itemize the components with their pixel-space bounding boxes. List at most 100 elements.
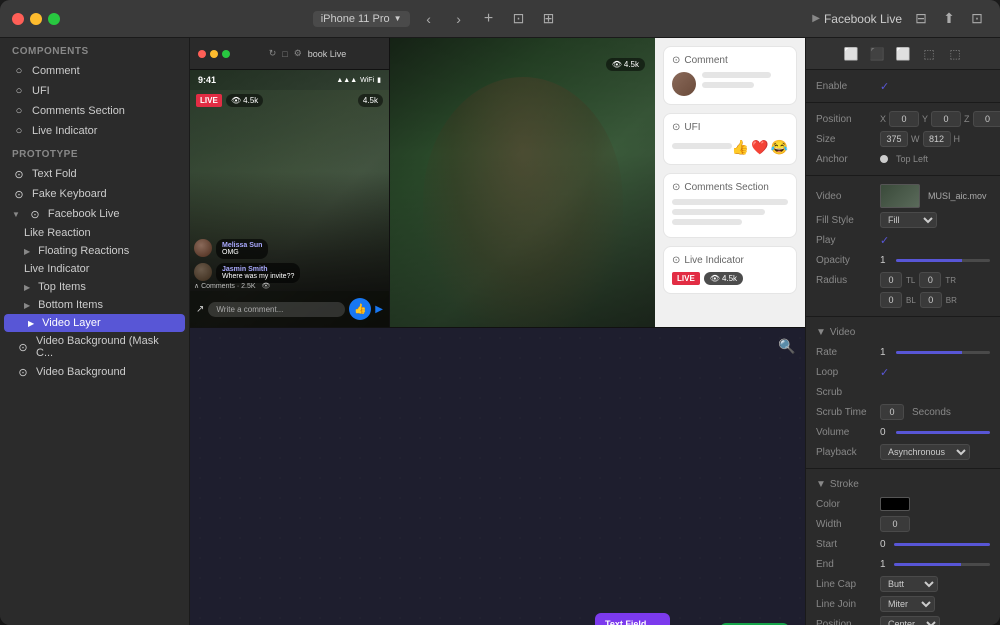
eye-icon: 👁 xyxy=(612,60,622,69)
opacity-slider[interactable] xyxy=(896,259,990,262)
enable-section: Enable ✓ xyxy=(806,70,1000,103)
video-thumbnail[interactable] xyxy=(880,184,920,208)
stroke-color-swatch[interactable] xyxy=(880,497,910,511)
share-btn[interactable]: ↗ xyxy=(196,304,204,315)
refresh-icon[interactable]: ↻ xyxy=(269,48,277,59)
share-icon[interactable]: ⬆ xyxy=(938,8,960,30)
phone-maximize[interactable] xyxy=(222,50,230,58)
sidebar-item-live-indicator-child[interactable]: Live Indicator xyxy=(0,260,189,278)
position-y-input[interactable] xyxy=(931,111,961,127)
send-button[interactable]: ▶ xyxy=(375,304,383,315)
radius-tr-input[interactable] xyxy=(919,272,941,288)
close-button[interactable] xyxy=(12,13,24,25)
stroke-position-select[interactable]: Center Inside Outside xyxy=(880,616,940,625)
phone-header: ↻ □ ⚙ book Live xyxy=(190,38,389,70)
sidebar-item-video-bg[interactable]: ⊙ Video Background xyxy=(0,362,189,382)
sidebar-item-comments-section[interactable]: ○ Comments Section xyxy=(0,101,189,121)
w-label: W xyxy=(911,134,920,144)
comments-section-header: ⊙ Comments Section xyxy=(672,182,788,193)
comment-input[interactable]: Write a comment... xyxy=(208,302,345,317)
grid-icon[interactable]: ⊟ xyxy=(910,8,932,30)
preview-icon[interactable]: ⊞ xyxy=(538,8,560,30)
start-slider[interactable] xyxy=(894,543,990,546)
align-right-icon[interactable]: ⬜ xyxy=(894,45,912,63)
align-left-icon[interactable]: ⬜ xyxy=(842,45,860,63)
live-badge-group: LIVE 👁 4.5k xyxy=(672,272,743,285)
sidebar-item-top-items[interactable]: ▶ Top Items xyxy=(0,278,189,296)
sidebar-item-video-layer[interactable]: ▶ Video Layer xyxy=(4,314,185,332)
radius-tl-input[interactable] xyxy=(880,272,902,288)
back-button[interactable]: ‹ xyxy=(418,8,440,30)
distribute-h-icon[interactable]: ⬚ xyxy=(920,45,938,63)
chevron-down-icon: ▼ xyxy=(394,14,402,23)
circle-icon: ○ xyxy=(12,84,26,98)
copy-icon[interactable]: ⊡ xyxy=(508,8,530,30)
video-section-title: Video xyxy=(830,327,855,338)
volume-slider[interactable] xyxy=(896,431,990,434)
size-w-input[interactable] xyxy=(880,131,908,147)
phone-viewers-right: 4.5k xyxy=(358,94,383,107)
playback-label: Playback xyxy=(816,447,876,458)
radius-br-input[interactable] xyxy=(920,292,942,308)
rate-slider[interactable] xyxy=(896,351,990,354)
content-line xyxy=(672,209,765,215)
stroke-start-label: Start xyxy=(816,539,876,550)
align-center-icon[interactable]: ⬛ xyxy=(868,45,886,63)
end-slider[interactable] xyxy=(894,563,990,566)
screen-icon[interactable]: □ xyxy=(282,49,287,59)
sidebar-item-text-field[interactable]: ⊙ Text Fold xyxy=(0,164,189,184)
flow-canvas[interactable]: 🔍 xyxy=(190,328,805,625)
device-selector[interactable]: iPhone 11 Pro ▼ xyxy=(313,11,410,27)
anchor-row: Anchor Top Left xyxy=(806,149,1000,169)
settings-icon[interactable]: ⚙ xyxy=(294,48,302,59)
like-button[interactable]: 👍 xyxy=(349,298,371,320)
phone-close[interactable] xyxy=(198,50,206,58)
expand-arrow-icon: ▶ xyxy=(28,319,34,328)
video-section-header[interactable]: ▼ Video xyxy=(806,323,1000,342)
playback-select[interactable]: Asynchronous Synchronous xyxy=(880,444,970,460)
phone-mockup: ↻ □ ⚙ book Live xyxy=(190,38,390,327)
sidebar-item-live-indicator[interactable]: ○ Live Indicator xyxy=(0,121,189,141)
sidebar-item-bottom-items[interactable]: ▶ Bottom Items xyxy=(0,296,189,314)
text-field-node-1[interactable]: Text Field Initial Text → xyxy=(595,613,670,625)
stroke-section-header[interactable]: ▼ Stroke xyxy=(806,475,1000,494)
sidebar-item-like-reaction[interactable]: Like Reaction xyxy=(0,224,189,242)
sidebar-item-ufi[interactable]: ○ UFI xyxy=(0,81,189,101)
sidebar-item-fake-keyboard[interactable]: ⊙ Fake Keyboard xyxy=(0,184,189,204)
ufi-lines xyxy=(672,143,732,153)
comment-title: Comment xyxy=(684,55,727,66)
line-cap-select[interactable]: Butt Round Square xyxy=(880,576,938,592)
viewers-badge: 👁 4.5k xyxy=(704,272,743,285)
sidebar-item-comment[interactable]: ○ Comment xyxy=(0,61,189,81)
size-row: Size W H xyxy=(806,129,1000,149)
search-canvas-icon[interactable]: 🔍 xyxy=(777,336,797,356)
minimize-button[interactable] xyxy=(30,13,42,25)
fullscreen-icon[interactable]: ⊡ xyxy=(966,8,988,30)
maximize-button[interactable] xyxy=(48,13,60,25)
comments-count: ∧ Comments · 2.5K xyxy=(194,283,256,290)
size-h-input[interactable] xyxy=(923,131,951,147)
scrub-time-input[interactable] xyxy=(880,404,904,420)
stroke-color-label: Color xyxy=(816,499,876,510)
fill-style-row: Fill Style Fill Fit Stretch xyxy=(806,210,1000,230)
position-z-input[interactable] xyxy=(973,111,1000,127)
forward-button[interactable]: › xyxy=(448,8,470,30)
line-join-select[interactable]: Miter Round Bevel xyxy=(880,596,935,612)
preview-area: ↻ □ ⚙ book Live xyxy=(190,38,805,328)
position-x-input[interactable] xyxy=(889,111,919,127)
fill-style-select[interactable]: Fill Fit Stretch xyxy=(880,212,937,228)
tl-label: TL xyxy=(906,276,915,285)
radius-bl-input[interactable] xyxy=(880,292,902,308)
line-cap-row: Line Cap Butt Round Square xyxy=(806,574,1000,594)
distribute-v-icon[interactable]: ⬚ xyxy=(946,45,964,63)
stroke-width-input[interactable] xyxy=(880,516,910,532)
add-button[interactable]: + xyxy=(478,8,500,30)
h-label: H xyxy=(954,134,961,144)
phone-minimize[interactable] xyxy=(210,50,218,58)
avatar-jasmin xyxy=(194,263,212,281)
sidebar-item-floating-reactions[interactable]: ▶ Floating Reactions xyxy=(0,242,189,260)
sidebar-item-facebook-live[interactable]: ▼ ⊙ Facebook Live xyxy=(0,204,189,224)
stroke-position-row: Position Center Inside Outside xyxy=(806,614,1000,625)
sidebar-item-video-bg-mask[interactable]: ⊙ Video Background (Mask C... xyxy=(0,332,189,362)
volume-value: 0 xyxy=(880,427,886,438)
